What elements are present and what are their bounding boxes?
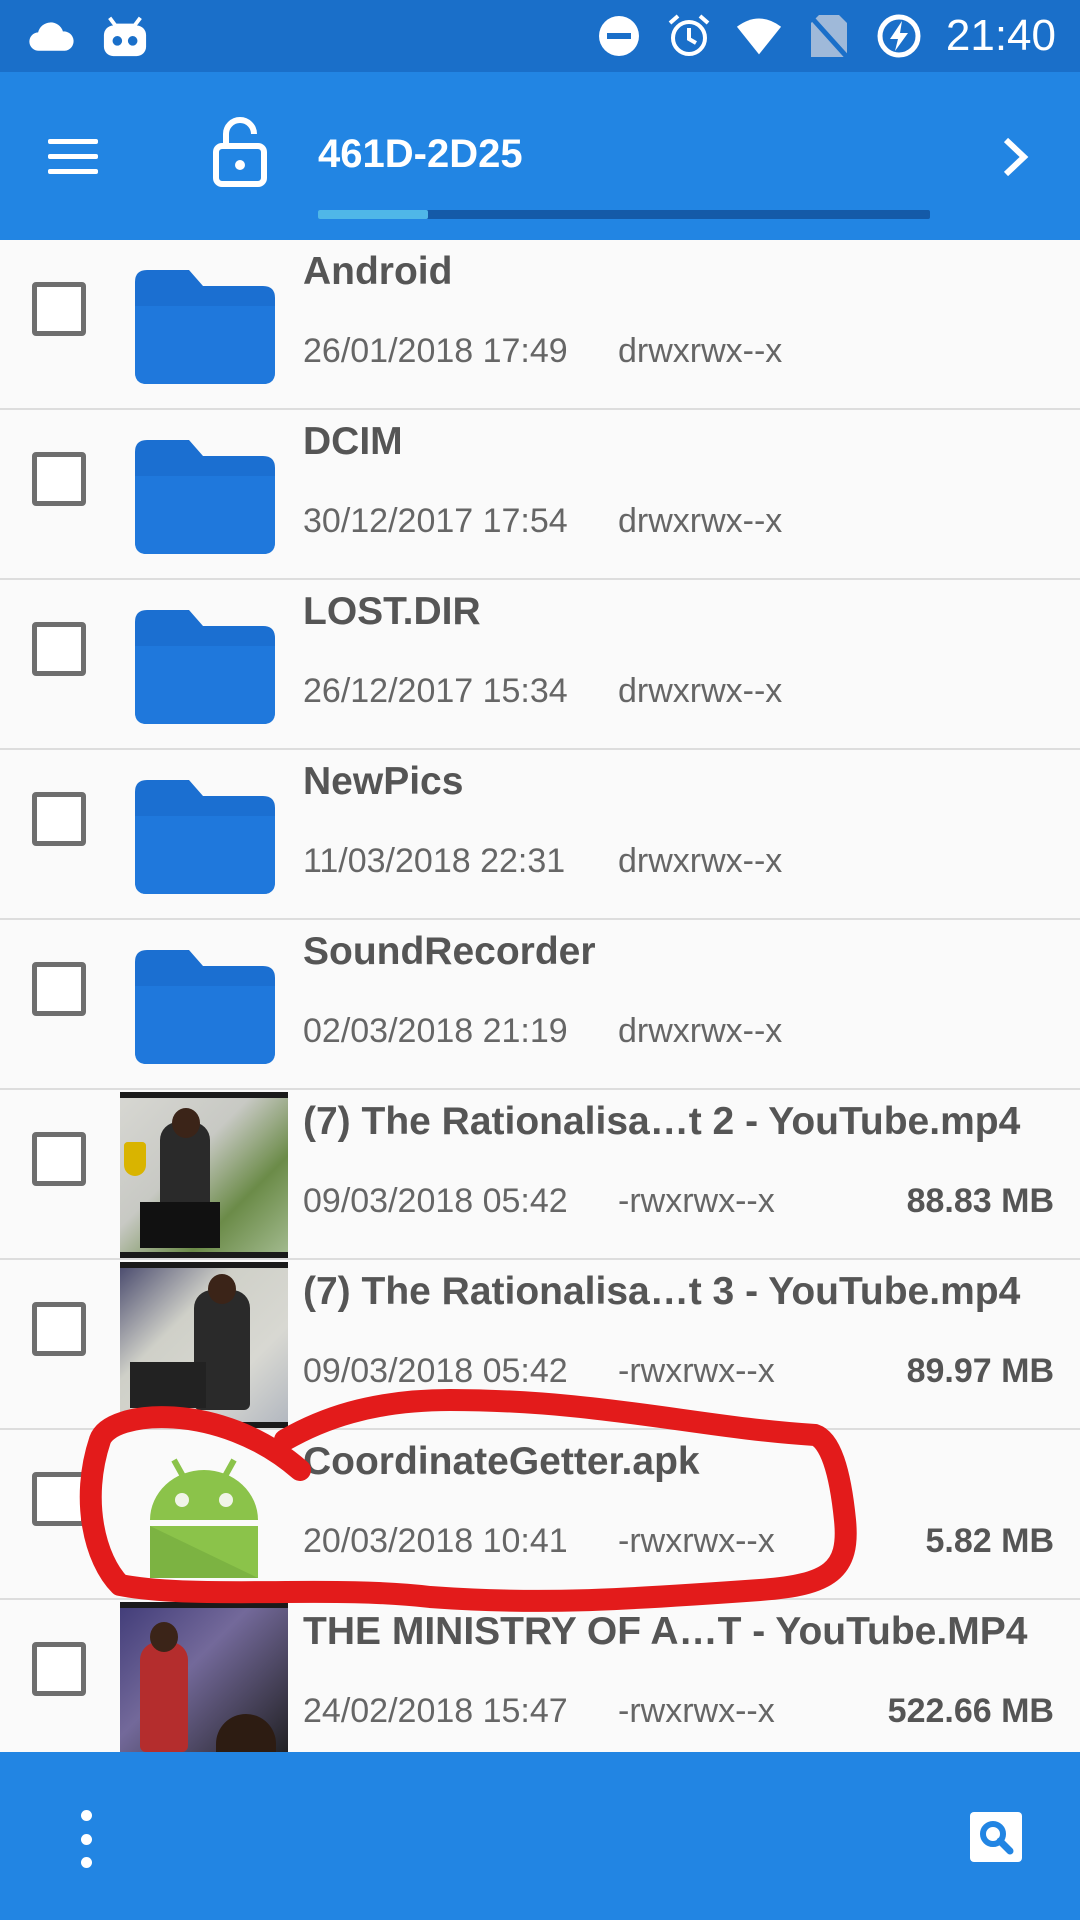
file-name: DCIM [303,420,403,463]
alarm-icon [666,13,712,59]
video-thumbnail [120,1262,288,1428]
app-bar: 461D-2D25 [0,72,1080,240]
no-sim-icon [806,13,852,59]
file-permissions: -rwxrwx--x [618,1182,775,1220]
list-item[interactable]: CoordinateGetter.apk 20/03/2018 10:41 -r… [0,1430,1080,1600]
file-name: SoundRecorder [303,930,596,973]
wifi-icon [736,13,782,59]
chevron-right-icon[interactable] [990,130,1040,184]
battery-charging-icon [876,13,922,59]
path-title[interactable]: 461D-2D25 [318,132,523,177]
file-date: 24/02/2018 15:47 [303,1692,568,1730]
file-name: Android [303,250,453,293]
file-date: 11/03/2018 22:31 [303,842,566,880]
lock-open-icon[interactable] [208,116,272,188]
list-item[interactable]: Android 26/01/2018 17:49 drwxrwx--x [0,240,1080,410]
file-date: 09/03/2018 05:42 [303,1182,568,1220]
select-checkbox[interactable] [32,792,86,846]
file-permissions: drwxrwx--x [618,1012,783,1050]
file-date: 26/12/2017 15:34 [303,672,568,710]
list-item[interactable]: (7) The Rationalisa…t 2 - YouTube.mp4 09… [0,1090,1080,1260]
list-item[interactable]: THE MINISTRY OF A…T - YouTube.MP4 24/02/… [0,1600,1080,1752]
video-thumbnail [120,1092,288,1258]
file-date: 20/03/2018 10:41 [303,1522,568,1560]
file-permissions: drwxrwx--x [618,672,783,710]
file-date: 26/01/2018 17:49 [303,332,568,370]
select-checkbox[interactable] [32,1472,86,1526]
bot-icon [102,14,148,60]
folder-icon [120,582,288,748]
folder-icon [120,412,288,578]
file-name: LOST.DIR [303,590,481,633]
select-checkbox[interactable] [32,452,86,506]
list-item[interactable]: (7) The Rationalisa…t 3 - YouTube.mp4 09… [0,1260,1080,1430]
select-checkbox[interactable] [32,282,86,336]
list-item[interactable]: SoundRecorder 02/03/2018 21:19 drwxrwx--… [0,920,1080,1090]
menu-icon[interactable] [48,124,120,188]
status-bar: 21:40 [0,0,1080,72]
file-name: (7) The Rationalisa…t 2 - YouTube.mp4 [303,1100,1021,1143]
select-checkbox[interactable] [32,1302,86,1356]
path-scroll-indicator-fill [318,210,429,219]
file-date: 30/12/2017 17:54 [303,502,568,540]
folder-icon [120,242,288,408]
file-permissions: -rwxrwx--x [618,1522,775,1560]
file-name: CoordinateGetter.apk [303,1440,700,1483]
folder-icon [120,922,288,1088]
video-thumbnail [120,1602,288,1752]
list-item[interactable]: DCIM 30/12/2017 17:54 drwxrwx--x [0,410,1080,580]
file-size: 88.83 MB [906,1182,1054,1220]
file-size: 5.82 MB [925,1522,1055,1560]
overflow-menu-icon[interactable] [62,1810,110,1868]
folder-icon [120,752,288,918]
file-permissions: drwxrwx--x [618,842,783,880]
path-scroll-indicator [318,210,930,219]
bottom-bar [0,1752,1080,1920]
cloud-icon [28,14,74,60]
file-permissions: -rwxrwx--x [618,1352,775,1390]
file-name: (7) The Rationalisa…t 3 - YouTube.mp4 [303,1270,1021,1313]
select-checkbox[interactable] [32,622,86,676]
file-size: 522.66 MB [887,1692,1054,1730]
do-not-disturb-icon [596,13,642,59]
file-date: 02/03/2018 21:19 [303,1012,568,1050]
file-permissions: drwxrwx--x [618,332,783,370]
file-permissions: drwxrwx--x [618,502,783,540]
select-checkbox[interactable] [32,1132,86,1186]
file-permissions: -rwxrwx--x [618,1692,775,1730]
list-item[interactable]: LOST.DIR 26/12/2017 15:34 drwxrwx--x [0,580,1080,750]
file-name: NewPics [303,760,464,803]
file-list[interactable]: Android 26/01/2018 17:49 drwxrwx--x DCIM… [0,240,1080,1752]
file-name: THE MINISTRY OF A…T - YouTube.MP4 [303,1610,1028,1653]
select-checkbox[interactable] [32,1642,86,1696]
file-size: 89.97 MB [906,1352,1054,1390]
select-checkbox[interactable] [32,962,86,1016]
search-icon[interactable] [970,1812,1022,1862]
file-date: 09/03/2018 05:42 [303,1352,568,1390]
android-apk-icon [120,1432,288,1598]
clock: 21:40 [945,11,1056,60]
list-item[interactable]: NewPics 11/03/2018 22:31 drwxrwx--x [0,750,1080,920]
